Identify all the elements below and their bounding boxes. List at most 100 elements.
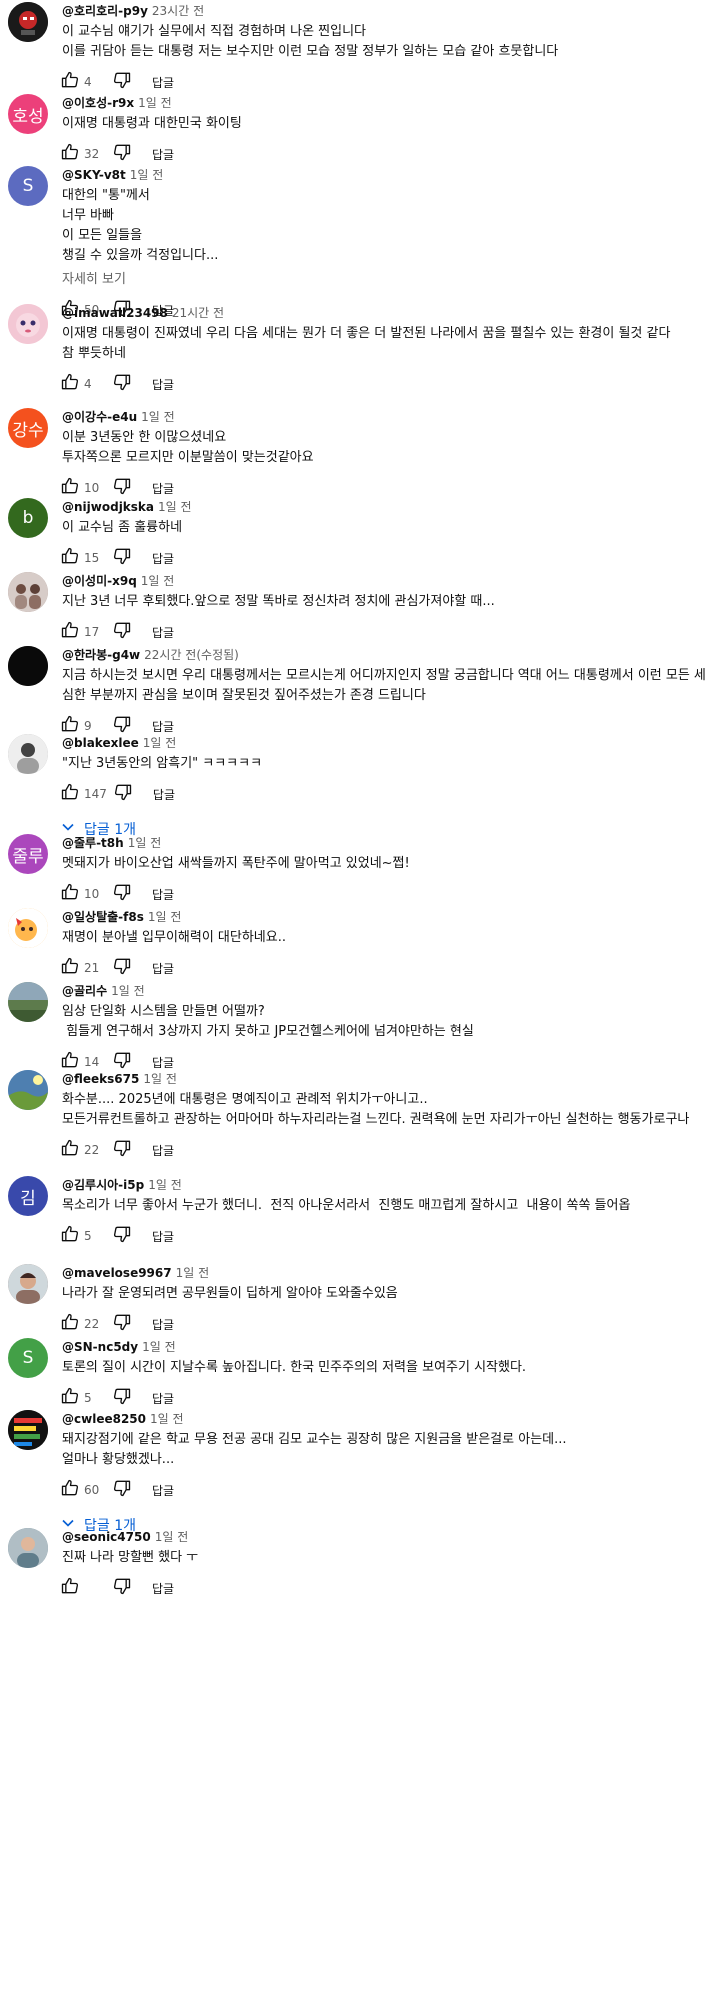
earth-avatar-icon[interactable] [8, 1070, 48, 1110]
avatar[interactable]: 줄루 [8, 834, 48, 874]
dislike-button[interactable] [110, 1138, 134, 1162]
reply-button[interactable]: 답글 [152, 1316, 174, 1333]
baby-face-avatar-icon[interactable] [8, 304, 48, 344]
dislike-button[interactable] [110, 1478, 134, 1502]
reply-button[interactable]: 답글 [152, 1580, 174, 1597]
reply-button[interactable]: 답글 [152, 960, 174, 977]
like-button[interactable] [58, 70, 82, 94]
comment-author[interactable]: @김루시아-i5p [62, 1178, 144, 1192]
comment-time[interactable]: 1일 전 [148, 910, 182, 924]
comment-author[interactable]: @한라봉-g4w [62, 648, 140, 662]
like-button[interactable] [58, 956, 82, 980]
comment-author[interactable]: @SN-nc5dy [62, 1340, 138, 1354]
comment-author[interactable]: @mavelose9967 [62, 1266, 172, 1280]
reply-button[interactable]: 답글 [152, 1482, 174, 1499]
like-button[interactable] [58, 142, 82, 166]
like-button[interactable] [58, 476, 82, 500]
like-button[interactable] [58, 1478, 82, 1502]
avatar[interactable]: S [8, 1338, 48, 1378]
comment-time[interactable]: 1일 전 [142, 1340, 176, 1354]
cartoon-avatar-icon[interactable] [8, 908, 48, 948]
reply-button[interactable]: 답글 [152, 480, 174, 497]
comment-time[interactable]: 1일 전 [143, 736, 177, 750]
dislike-button[interactable] [110, 1312, 134, 1336]
like-button[interactable] [58, 1576, 82, 1600]
like-button[interactable] [58, 882, 82, 906]
like-button[interactable] [58, 1386, 82, 1410]
landscape-avatar-icon[interactable] [8, 982, 48, 1022]
comment-time[interactable]: 1일 전 [148, 1178, 182, 1192]
reply-button[interactable]: 답글 [152, 718, 174, 735]
comment-time[interactable]: 1일 전 [176, 1266, 210, 1280]
comment-author[interactable]: @일상탈출-f8s [62, 910, 144, 924]
comment-author[interactable]: @nijwodjkska [62, 500, 154, 514]
reply-button[interactable]: 답글 [152, 886, 174, 903]
reply-button[interactable]: 답글 [152, 376, 174, 393]
comment-author[interactable]: @cwlee8250 [62, 1412, 146, 1426]
comment-time[interactable]: 21시간 전 [172, 306, 224, 320]
dislike-button[interactable] [110, 956, 134, 980]
comment-author[interactable]: @fleeks675 [62, 1072, 139, 1086]
reply-button[interactable]: 답글 [152, 146, 174, 163]
reply-button[interactable]: 답글 [152, 1142, 174, 1159]
dislike-button[interactable] [110, 546, 134, 570]
dislike-button[interactable] [110, 1386, 134, 1410]
avatar[interactable]: b [8, 498, 48, 538]
avatar[interactable]: 호성 [8, 94, 48, 134]
like-button[interactable] [58, 546, 82, 570]
comment-time[interactable]: 1일 전 [128, 836, 162, 850]
person-photo-avatar-icon[interactable] [8, 1528, 48, 1568]
avatar[interactable]: 강수 [8, 408, 48, 448]
like-button[interactable] [58, 1138, 82, 1162]
comment-time[interactable]: 1일 전 [141, 410, 175, 424]
black-circle-avatar-icon[interactable] [8, 646, 48, 686]
comment-author[interactable]: @seonic4750 [62, 1530, 151, 1544]
dislike-button[interactable] [110, 372, 134, 396]
comment-author[interactable]: @SKY-v8t [62, 168, 126, 182]
comment-time[interactable]: 1일 전 [138, 96, 172, 110]
dislike-button[interactable] [110, 70, 134, 94]
reply-button[interactable]: 답글 [152, 624, 174, 641]
comment-author[interactable]: @호리호리-p9y [62, 4, 148, 18]
like-button[interactable] [58, 372, 82, 396]
avatar[interactable]: S [8, 166, 48, 206]
comment-time[interactable]: 1일 전 [158, 500, 192, 514]
comment-author[interactable]: @이성미-x9q [62, 574, 137, 588]
comment-author[interactable]: @imawall23498 [62, 306, 168, 320]
family-photo-avatar-icon[interactable] [8, 572, 48, 612]
show-more-button[interactable]: 자세히 보기 [62, 270, 714, 290]
like-button[interactable] [58, 620, 82, 644]
comment-author[interactable]: @이호성-r9x [62, 96, 134, 110]
reply-button[interactable]: 답글 [152, 1054, 174, 1071]
portrait-avatar-icon[interactable] [8, 734, 48, 774]
dislike-button[interactable] [110, 1576, 134, 1600]
dislike-button[interactable] [111, 782, 135, 806]
comment-time[interactable]: 1일 전 [141, 574, 175, 588]
comment-author[interactable]: @blakexlee [62, 736, 139, 750]
like-button[interactable] [58, 782, 82, 806]
avatar[interactable]: 김 [8, 1176, 48, 1216]
dislike-button[interactable] [110, 142, 134, 166]
colorful-text-avatar-icon[interactable] [8, 1410, 48, 1450]
comment-author[interactable]: @이강수-e4u [62, 410, 137, 424]
comment-time[interactable]: 1일 전 [143, 1072, 177, 1086]
reply-button[interactable]: 답글 [152, 1228, 174, 1245]
like-button[interactable] [58, 1224, 82, 1248]
comment-time[interactable]: 1일 전 [111, 984, 145, 998]
like-button[interactable] [58, 1312, 82, 1336]
reply-button[interactable]: 답글 [153, 786, 175, 803]
dislike-button[interactable] [110, 620, 134, 644]
dislike-button[interactable] [110, 1224, 134, 1248]
robot-avatar-icon[interactable] [8, 2, 48, 42]
reply-button[interactable]: 답글 [152, 1390, 174, 1407]
comment-author[interactable]: @줄루-t8h [62, 836, 124, 850]
reply-button[interactable]: 답글 [152, 550, 174, 567]
man-portrait-avatar-icon[interactable] [8, 1264, 48, 1304]
comment-time[interactable]: 1일 전 [155, 1530, 189, 1544]
comment-time[interactable]: 23시간 전 [152, 4, 204, 18]
dislike-button[interactable] [110, 882, 134, 906]
reply-button[interactable]: 답글 [152, 74, 174, 91]
comment-time[interactable]: 22시간 전(수정됨) [144, 648, 239, 662]
comment-author[interactable]: @골리수 [62, 984, 107, 998]
comment-time[interactable]: 1일 전 [130, 168, 164, 182]
